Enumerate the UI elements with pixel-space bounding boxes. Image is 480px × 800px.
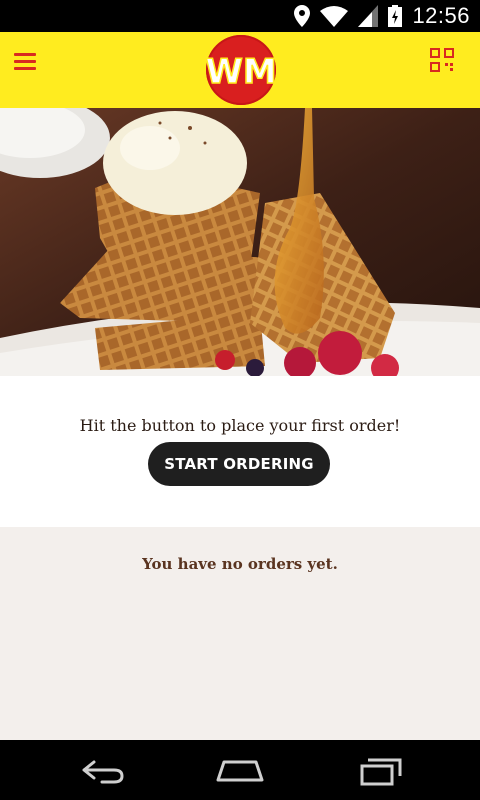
waffle-illustration	[0, 108, 480, 376]
home-icon[interactable]	[210, 752, 270, 788]
battery-icon	[388, 5, 403, 27]
signal-icon	[358, 5, 379, 27]
brand-logo[interactable]: WM	[205, 35, 277, 105]
start-ordering-button[interactable]: START ORDERING	[148, 442, 330, 486]
menu-icon[interactable]	[12, 50, 40, 72]
logo-mark: WM	[205, 37, 277, 103]
app-bar: WM	[0, 32, 480, 108]
navigation-bar	[0, 740, 480, 800]
order-prompt-section: Hit the button to place your first order…	[0, 376, 480, 527]
orders-section: You have no orders yet.	[0, 527, 480, 740]
status-time: 12:56	[412, 3, 470, 28]
hero-image	[0, 108, 480, 376]
wifi-icon	[320, 6, 349, 27]
location-icon	[294, 5, 311, 27]
back-icon[interactable]	[72, 752, 132, 788]
order-prompt-text: Hit the button to place your first order…	[79, 416, 401, 435]
svg-text:WM: WM	[206, 52, 276, 92]
recents-icon[interactable]	[350, 752, 410, 788]
qr-code-icon[interactable]	[430, 48, 454, 72]
status-bar: 12:56	[0, 0, 480, 32]
no-orders-text: You have no orders yet.	[142, 555, 338, 573]
